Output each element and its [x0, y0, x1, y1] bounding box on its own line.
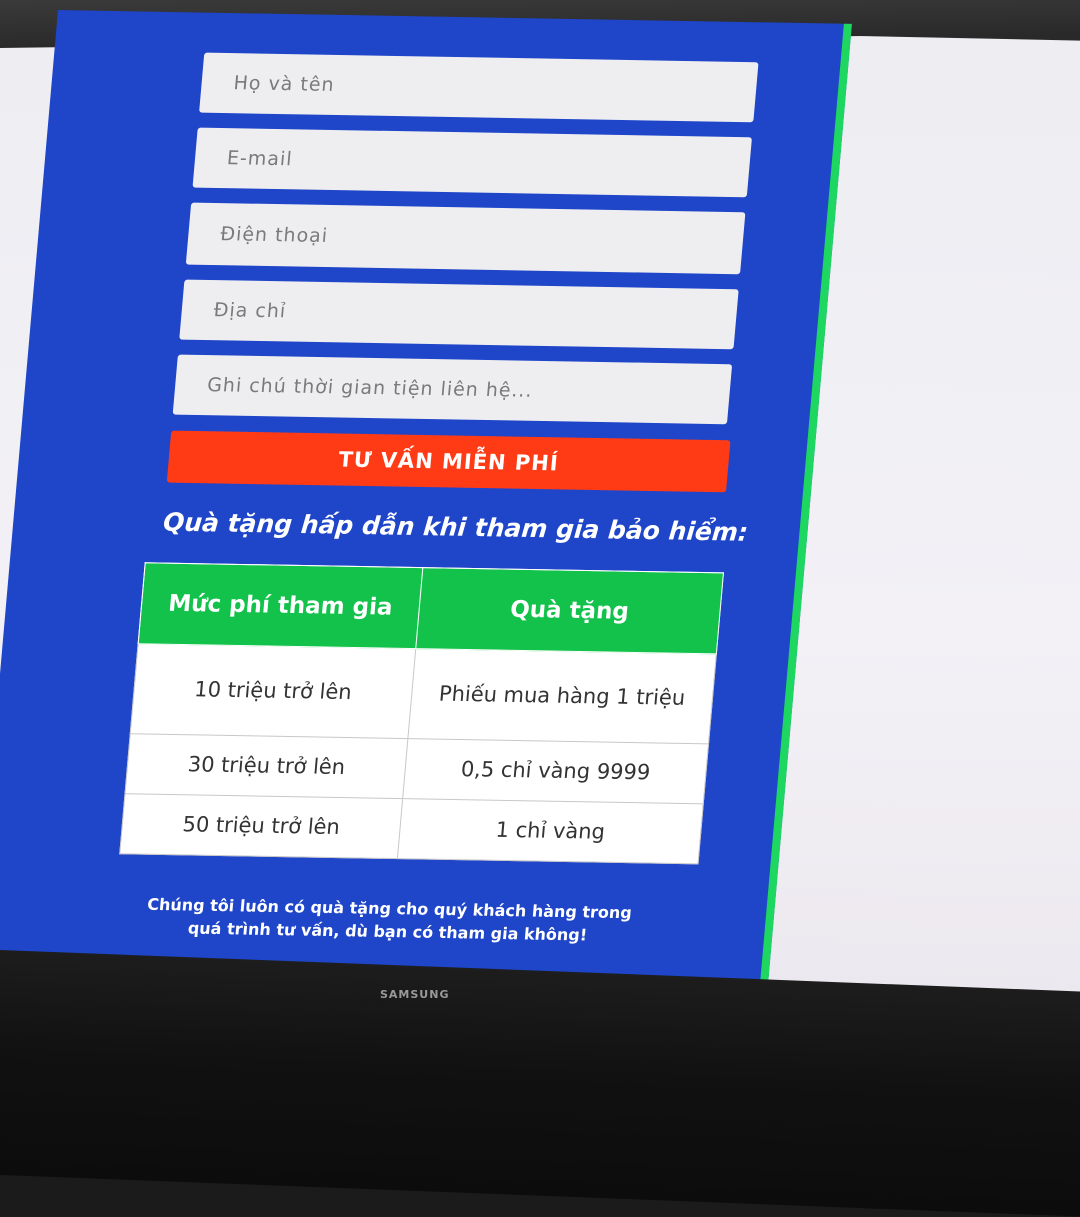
gifts-table: Mức phí tham gia Quà tặng 10 triệu trở l…: [119, 562, 724, 865]
name-field[interactable]: [199, 52, 759, 123]
email-field[interactable]: [192, 127, 752, 198]
address-input[interactable]: [210, 298, 738, 332]
column-header-gift: Quà tặng: [415, 567, 724, 654]
email-input[interactable]: [224, 146, 751, 180]
fee-cell: 50 triệu trở lên: [119, 793, 403, 859]
note-field[interactable]: [172, 354, 733, 425]
address-field[interactable]: [179, 279, 739, 350]
monitor-brand-logo: SAMSUNG: [380, 988, 450, 1001]
name-input[interactable]: [230, 71, 757, 105]
table-row: 10 triệu trở lên Phiếu mua hàng 1 triệu: [130, 643, 717, 744]
monitor-photo: TƯ VẤN MIỄN PHÍ Quà tặng hấp dẫn khi tha…: [0, 0, 1080, 1217]
table-header-row: Mức phí tham gia Quà tặng: [138, 562, 724, 654]
free-consultation-button[interactable]: TƯ VẤN MIỄN PHÍ: [166, 430, 731, 493]
phone-input[interactable]: [217, 222, 744, 256]
gifts-footnote: Chúng tôi luôn có quà tặng cho quý khách…: [87, 892, 690, 949]
fee-cell: 30 triệu trở lên: [125, 733, 408, 799]
gift-cell: 1 chỉ vàng: [397, 798, 704, 864]
gifts-heading: Quà tặng hấp dẫn khi tham gia bảo hiểm:: [162, 507, 750, 547]
note-input[interactable]: [204, 373, 731, 407]
submit-label: TƯ VẤN MIỄN PHÍ: [337, 447, 560, 476]
gift-cell: Phiếu mua hàng 1 triệu: [407, 648, 717, 744]
table-row: 50 triệu trở lên 1 chỉ vàng: [119, 793, 704, 864]
phone-field[interactable]: [185, 202, 746, 275]
gift-cell: 0,5 chỉ vàng 9999: [402, 738, 709, 804]
monitor-bottom-bezel: [0, 950, 1080, 1217]
table-row: 30 triệu trở lên 0,5 chỉ vàng 9999: [125, 733, 709, 804]
fee-cell: 10 triệu trở lên: [130, 643, 416, 739]
consultation-panel: TƯ VẤN MIỄN PHÍ Quà tặng hấp dẫn khi tha…: [0, 10, 852, 1024]
column-header-fee: Mức phí tham gia: [138, 562, 423, 649]
